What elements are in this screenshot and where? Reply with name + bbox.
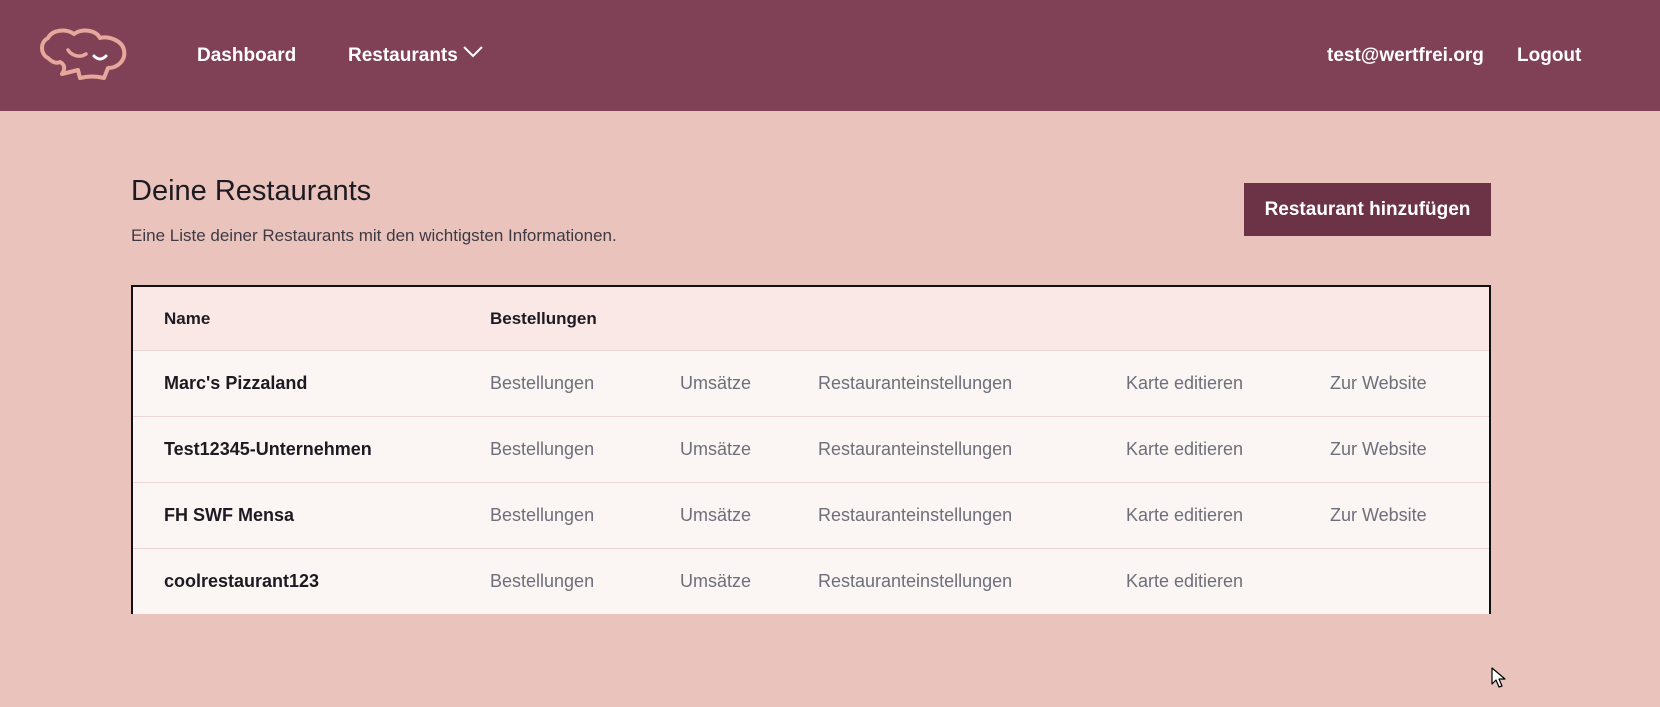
top-navbar: Dashboard Restaurants test@wertfrei.org … — [0, 0, 1660, 111]
website-link[interactable]: Zur Website — [1330, 483, 1427, 548]
nav-dashboard-link[interactable]: Dashboard — [197, 44, 296, 68]
nav-restaurants-dropdown[interactable]: Restaurants — [348, 44, 484, 68]
restaurant-settings-link[interactable]: Restauranteinstellungen — [818, 417, 1012, 482]
revenue-link[interactable]: Umsätze — [680, 417, 751, 482]
edit-menu-link[interactable]: Karte editieren — [1126, 483, 1243, 548]
table-row: coolrestaurant123 Bestellungen Umsätze R… — [133, 549, 1489, 614]
revenue-link[interactable]: Umsätze — [680, 549, 751, 614]
restaurant-name: Marc's Pizzaland — [164, 373, 308, 393]
add-restaurant-button[interactable]: Restaurant hinzufügen — [1244, 183, 1491, 236]
edit-menu-link[interactable]: Karte editieren — [1126, 417, 1243, 482]
orders-link[interactable]: Bestellungen — [490, 483, 594, 548]
restaurant-name: FH SWF Mensa — [164, 505, 295, 525]
nav-restaurants-label: Restaurants — [348, 45, 458, 66]
restaurant-name: Test12345-Unternehmen — [164, 439, 372, 459]
table-header-row: Name Bestellungen — [133, 287, 1489, 351]
column-header-orders: Bestellungen — [490, 308, 597, 328]
page-title: Deine Restaurants — [131, 175, 372, 207]
page-subtitle: Eine Liste deiner Restaurants mit den wi… — [131, 226, 617, 245]
edit-menu-link[interactable]: Karte editieren — [1126, 351, 1243, 416]
restaurant-name: coolrestaurant123 — [164, 571, 320, 591]
restaurant-settings-link[interactable]: Restauranteinstellungen — [818, 483, 1012, 548]
orders-link[interactable]: Bestellungen — [490, 351, 594, 416]
restaurant-settings-link[interactable]: Restauranteinstellungen — [818, 351, 1012, 416]
chef-hat-logo-icon[interactable] — [38, 26, 130, 84]
restaurants-table: Name Bestellungen Marc's Pizzaland Beste… — [131, 285, 1491, 614]
mouse-pointer-icon — [1491, 667, 1507, 694]
user-email-link[interactable]: test@wertfrei.org — [1327, 44, 1484, 68]
column-header-name: Name — [164, 308, 211, 328]
chevron-down-icon — [462, 42, 484, 66]
orders-link[interactable]: Bestellungen — [490, 549, 594, 614]
table-row: Marc's Pizzaland Bestellungen Umsätze Re… — [133, 351, 1489, 417]
table-row: Test12345-Unternehmen Bestellungen Umsät… — [133, 417, 1489, 483]
revenue-link[interactable]: Umsätze — [680, 483, 751, 548]
restaurant-settings-link[interactable]: Restauranteinstellungen — [818, 549, 1012, 614]
website-link[interactable]: Zur Website — [1330, 351, 1427, 416]
edit-menu-link[interactable]: Karte editieren — [1126, 549, 1243, 614]
website-link[interactable]: Zur Website — [1330, 417, 1427, 482]
logout-link[interactable]: Logout — [1517, 44, 1581, 68]
table-row: FH SWF Mensa Bestellungen Umsätze Restau… — [133, 483, 1489, 549]
orders-link[interactable]: Bestellungen — [490, 417, 594, 482]
revenue-link[interactable]: Umsätze — [680, 351, 751, 416]
